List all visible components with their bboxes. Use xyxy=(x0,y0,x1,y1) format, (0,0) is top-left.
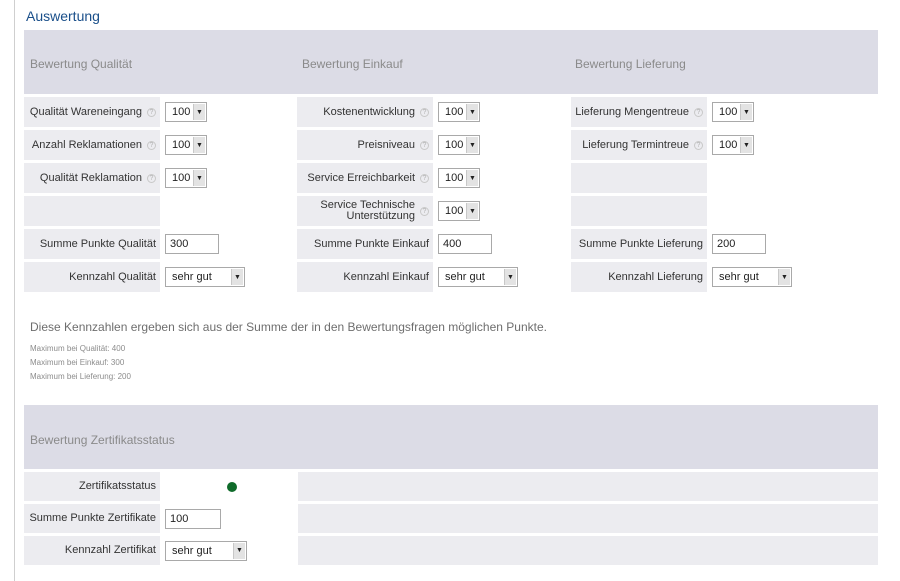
purchasing-criterion-value-cell: 100 ▼ xyxy=(434,163,570,193)
chevron-down-icon: ▼ xyxy=(740,104,752,120)
purchasing-criterion-label: Preisniveau? xyxy=(297,130,433,160)
delivery-score-select[interactable]: 100 ▼ xyxy=(712,102,754,122)
purchasing-criterion-value-cell: 100 ▼ xyxy=(434,97,570,127)
empty-value-cell xyxy=(708,163,844,193)
purchasing-criterion-value-cell: 100 ▼ xyxy=(434,196,570,226)
max-delivery-note: Maximum bei Lieferung: 200 xyxy=(30,372,131,381)
certificate-status-label: Zertifikatsstatus xyxy=(24,472,160,501)
help-icon[interactable]: ? xyxy=(147,107,156,117)
chevron-down-icon: ▼ xyxy=(466,104,478,120)
delivery-criterion-value-cell: 100 ▼ xyxy=(708,130,844,160)
chevron-down-icon: ▼ xyxy=(778,269,790,285)
help-icon[interactable]: ? xyxy=(694,107,703,117)
quality-sum-input[interactable] xyxy=(165,234,219,254)
purchasing-score-select[interactable]: 100 ▼ xyxy=(438,168,480,188)
certificate-filler-3 xyxy=(298,536,878,565)
quality-kpi-select[interactable]: sehr gut ▼ xyxy=(165,267,245,287)
quality-criterion-label: Qualität Wareneingang? xyxy=(24,97,160,127)
chevron-down-icon: ▼ xyxy=(504,269,516,285)
help-icon[interactable]: ? xyxy=(147,173,156,183)
certificate-filler-1 xyxy=(298,472,878,501)
certificate-kpi-cell: sehr gut ▼ xyxy=(161,536,297,565)
quality-score-select[interactable]: 100 ▼ xyxy=(165,135,207,155)
quality-kpi-label: Kennzahl Qualität xyxy=(24,262,160,292)
certificate-filler-2 xyxy=(298,504,878,533)
heading-purchasing: Bewertung Einkauf xyxy=(302,57,403,71)
chevron-down-icon: ▼ xyxy=(193,170,205,186)
help-icon[interactable]: ? xyxy=(420,107,429,117)
purchasing-sum-input[interactable] xyxy=(438,234,492,254)
delivery-criterion-label: Lieferung Mengentreue? xyxy=(571,97,707,127)
purchasing-criterion-label: Service Erreichbarkeit? xyxy=(297,163,433,193)
delivery-sum-input[interactable] xyxy=(712,234,766,254)
purchasing-score-select[interactable]: 100 ▼ xyxy=(438,201,480,221)
quality-criterion-value-cell: 100 ▼ xyxy=(161,163,297,193)
heading-delivery: Bewertung Lieferung xyxy=(575,57,686,71)
certificate-status-indicator xyxy=(227,481,237,492)
quality-criterion-value-cell: 100 ▼ xyxy=(161,97,297,127)
delivery-sum-cell xyxy=(708,229,844,259)
empty-value-cell xyxy=(708,196,844,226)
heading-certificate: Bewertung Zertifikatsstatus xyxy=(30,433,175,447)
help-icon[interactable]: ? xyxy=(147,140,156,150)
delivery-score-select[interactable]: 100 ▼ xyxy=(712,135,754,155)
max-quality-note: Maximum bei Qualität: 400 xyxy=(30,344,126,353)
certificate-kpi-select[interactable]: sehr gut ▼ xyxy=(165,540,247,561)
chevron-down-icon: ▼ xyxy=(466,137,478,153)
chevron-down-icon: ▼ xyxy=(193,137,205,153)
help-icon[interactable]: ? xyxy=(420,206,429,216)
certificate-kpi-label: Kennzahl Zertifikat xyxy=(24,536,160,565)
chevron-down-icon: ▼ xyxy=(740,137,752,153)
page-title: Auswertung xyxy=(26,8,100,24)
purchasing-sum-cell xyxy=(434,229,570,259)
purchasing-criterion-label: Service Technische Unterstützung? xyxy=(297,196,433,226)
quality-kpi-cell: sehr gut ▼ xyxy=(161,262,297,292)
quality-sum-cell xyxy=(161,229,297,259)
quality-score-select[interactable]: 100 ▼ xyxy=(165,168,207,188)
empty-label-cell xyxy=(571,163,707,193)
max-purchasing-note: Maximum bei Einkauf: 300 xyxy=(30,358,125,367)
chevron-down-icon: ▼ xyxy=(193,104,205,120)
delivery-kpi-label: Kennzahl Lieferung xyxy=(571,262,707,292)
left-border xyxy=(14,0,15,581)
certificate-sum-cell xyxy=(161,504,297,533)
quality-score-select[interactable]: 100 ▼ xyxy=(165,102,207,122)
help-icon[interactable]: ? xyxy=(420,173,429,183)
points-note: Diese Kennzahlen ergeben sich aus der Su… xyxy=(30,320,547,334)
delivery-sum-label: Summe Punkte Lieferung xyxy=(571,229,707,259)
quality-sum-label: Summe Punkte Qualität xyxy=(24,229,160,259)
evaluation-header-band xyxy=(24,30,878,94)
delivery-criterion-label: Lieferung Termintreue? xyxy=(571,130,707,160)
empty-value-cell xyxy=(161,196,297,226)
chevron-down-icon: ▼ xyxy=(231,269,243,285)
help-icon[interactable]: ? xyxy=(694,140,703,150)
purchasing-sum-label: Summe Punkte Einkauf xyxy=(297,229,433,259)
quality-criterion-label: Qualität Reklamation? xyxy=(24,163,160,193)
purchasing-score-select[interactable]: 100 ▼ xyxy=(438,135,480,155)
chevron-down-icon: ▼ xyxy=(466,203,478,219)
help-icon[interactable]: ? xyxy=(420,140,429,150)
delivery-kpi-select[interactable]: sehr gut ▼ xyxy=(712,267,792,287)
quality-criterion-value-cell: 100 ▼ xyxy=(161,130,297,160)
heading-quality: Bewertung Qualität xyxy=(30,57,133,71)
purchasing-criterion-label: Kostenentwicklung? xyxy=(297,97,433,127)
delivery-criterion-value-cell: 100 ▼ xyxy=(708,97,844,127)
delivery-kpi-cell: sehr gut ▼ xyxy=(708,262,844,292)
purchasing-criterion-value-cell: 100 ▼ xyxy=(434,130,570,160)
purchasing-kpi-select[interactable]: sehr gut ▼ xyxy=(438,267,518,287)
purchasing-kpi-cell: sehr gut ▼ xyxy=(434,262,570,292)
certificate-sum-label: Summe Punkte Zertifikate xyxy=(24,504,160,533)
certificate-status-cell xyxy=(161,472,297,501)
quality-criterion-label: Anzahl Reklamationen? xyxy=(24,130,160,160)
purchasing-kpi-label: Kennzahl Einkauf xyxy=(297,262,433,292)
purchasing-score-select[interactable]: 100 ▼ xyxy=(438,102,480,122)
empty-label-cell xyxy=(571,196,707,226)
chevron-down-icon: ▼ xyxy=(233,542,245,559)
empty-label-cell xyxy=(24,196,160,226)
chevron-down-icon: ▼ xyxy=(466,170,478,186)
certificate-sum-input[interactable] xyxy=(165,508,221,529)
